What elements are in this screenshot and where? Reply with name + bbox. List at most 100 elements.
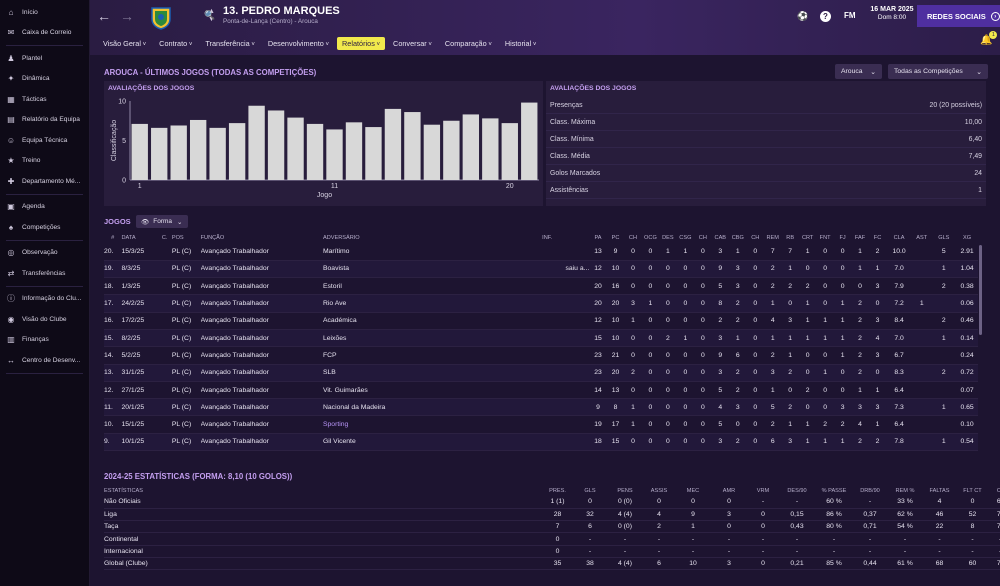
table-cell — [911, 398, 932, 417]
sidebar-item-10[interactable]: ♠ Competições — [0, 217, 89, 238]
sidebar-item-5[interactable]: ▤ Relatório da Equipa — [0, 110, 89, 131]
sidebar-item-12[interactable]: ⇄ Transferências — [0, 263, 89, 284]
bar — [404, 112, 421, 180]
table-cell: 16 — [606, 277, 625, 296]
table-cell: 27/1/25 — [121, 381, 158, 400]
table-row[interactable]: 19. 8/3/25 PL (C) Avançado Trabalhador Boavi… — [104, 260, 978, 279]
tab-5[interactable]: Conversar ˅ — [388, 37, 437, 50]
table-row[interactable]: 10. 15/1/25 PL (C) Avançado Trabalhador Spor… — [104, 415, 978, 434]
sidebar-item-9[interactable]: ▣ Agenda — [0, 197, 89, 218]
sidebar-item-6[interactable]: ☺ Equipa Técnica — [0, 130, 89, 151]
table-cell: saiu a... — [504, 260, 590, 279]
table-cell: 14. — [104, 346, 122, 365]
sidebar-item-8[interactable]: ✚ Departamento Mé... — [0, 171, 89, 192]
sidebar-item-label: Equipa Técnica — [22, 136, 68, 144]
column-header: CH — [698, 234, 707, 241]
competition-filter-dropdown[interactable]: Todas as Competições ⌄ — [888, 64, 988, 79]
table-cell: 0 — [798, 260, 817, 279]
table-row[interactable]: 14. 5/2/25 PL (C) Avançado Trabalhador FCP 23… — [104, 346, 978, 365]
back-arrow-icon[interactable]: ← — [97, 8, 111, 24]
table-row[interactable]: 13. 31/1/25 PL (C) Avançado Trabalhador SLB 2… — [104, 364, 978, 382]
table-row[interactable]: 18. 1/3/25 PL (C) Avançado Trabalhador Estor… — [104, 277, 978, 296]
tab-0[interactable]: Visão Geral ˅ — [98, 37, 151, 50]
table-cell: 1 — [833, 312, 852, 330]
chevron-down-icon: ⌄ — [870, 68, 876, 76]
notification-bell-icon[interactable]: 🔔 1 — [980, 31, 998, 46]
table-cell: 13. — [104, 364, 122, 382]
table-cell — [911, 415, 932, 434]
table-cell — [911, 329, 932, 348]
tab-4[interactable]: Relatórios ˅ — [337, 37, 386, 50]
report-icon: ▤ — [7, 115, 15, 125]
tab-2[interactable]: Transferência ˅ — [200, 37, 260, 50]
tab-6[interactable]: Comparação ˅ — [440, 37, 497, 50]
table-cell — [911, 312, 932, 330]
table-cell: 0 — [573, 496, 607, 509]
sidebar-item-2[interactable]: ♟ Plantel — [0, 48, 89, 69]
table-cell: 1 — [868, 415, 887, 434]
player-search-icon[interactable]: 🔍 — [204, 10, 215, 21]
sidebar-item-13[interactable]: ⓘ Informação do Clu... — [0, 289, 89, 310]
table-row[interactable]: 11. 20/1/25 PL (C) Avançado Trabalhador Naci… — [104, 398, 978, 417]
table-row[interactable]: 16. 17/2/25 PL (C) Avançado Trabalhador Acad… — [104, 312, 978, 330]
table-cell: 1 — [798, 294, 817, 313]
sidebar-item-4[interactable]: ▦ Tácticas — [0, 89, 89, 110]
table-cell: - — [956, 532, 989, 546]
table-cell: 3 — [711, 556, 747, 571]
table-row[interactable]: 15. 8/2/25 PL (C) Avançado Trabalhador Leixõ… — [104, 329, 978, 348]
table-cell: Sporting — [322, 415, 505, 434]
sidebar-item-15[interactable]: ▥ Finanças — [0, 330, 89, 351]
table-row[interactable]: 12. 27/1/25 PL (C) Avançado Trabalhador Vit.… — [104, 381, 978, 400]
forward-arrow-icon[interactable]: → — [120, 8, 134, 24]
team-filter-dropdown[interactable]: Arouca ⌄ — [835, 64, 882, 79]
table-cell: 17/2/25 — [121, 312, 158, 330]
table-row[interactable]: 17. 24/2/25 PL (C) Avançado Trabalhador Rio … — [104, 294, 978, 313]
bar — [345, 122, 363, 180]
table-cell: 2 — [781, 398, 799, 417]
sidebar-separator — [6, 193, 83, 195]
table-row[interactable]: 20. 15/3/25 PL (C) Avançado Trabalhador Marí… — [104, 243, 978, 261]
stat-value: 10,00 — [964, 118, 982, 126]
chevron-down-icon: ˅ — [141, 42, 147, 48]
table-cell: 61 % — [887, 556, 923, 571]
sidebar-item-14[interactable]: ◉ Visão do Clube — [0, 309, 89, 330]
sidebar-item-7[interactable]: ★ Treino — [0, 151, 89, 172]
table-cell: 0 — [694, 398, 712, 417]
table-cell: 3 — [729, 277, 747, 296]
social-media-button[interactable]: REDES SOCIAIS › — [917, 5, 1000, 27]
sidebar-item-label: Visão do Clube — [22, 315, 67, 323]
sidebar-item-1[interactable]: ✉ Caixa de Correio — [0, 23, 89, 44]
help-icon[interactable]: ? — [820, 11, 831, 22]
sidebar-item-0[interactable]: ⌂ Início — [0, 2, 89, 23]
table-cell: 2 — [729, 364, 747, 382]
sidebar-item-16[interactable]: ↔ Centro de Desenv... — [0, 350, 89, 371]
table-cell: 0 — [694, 329, 712, 348]
table-cell: 1 — [816, 329, 834, 348]
sidebar-item-3[interactable]: ✦ Dinâmica — [0, 69, 89, 90]
column-header: ADVERSÁRIO — [322, 234, 360, 241]
bar — [189, 119, 207, 180]
player-menu: Visão Geral ˅ Contrato ˅ Transferência ˅ De… — [98, 37, 544, 50]
table-cell — [911, 364, 932, 382]
column-header: DATA — [121, 234, 136, 241]
table-row[interactable]: 9. 10/1/25 PL (C) Avançado Trabalhador Gil V… — [104, 433, 978, 452]
ratings-stats-panel: AVALIAÇÕES DOS JOGOS Presenças 20 (20 pos… — [546, 81, 986, 206]
column-header: DES/90 — [787, 487, 807, 494]
chevron-down-icon: ⌄ — [976, 68, 982, 76]
stat-label: Class. Média — [550, 152, 590, 160]
tab-3[interactable]: Desenvolvimento ˅ — [263, 37, 334, 50]
sidebar-item-label: Treino — [22, 157, 41, 165]
sidebar-item-11[interactable]: ◎ Observação — [0, 243, 89, 264]
form-view-dropdown[interactable]: 👁 Forma ⌄ — [136, 215, 188, 228]
table-cell: 2 — [851, 329, 869, 348]
tab-1[interactable]: Contrato ˅ — [154, 37, 197, 50]
club-crest-icon[interactable] — [150, 6, 172, 30]
table-cell — [504, 294, 590, 313]
ball-icon[interactable]: ⚽ — [797, 11, 808, 22]
games-scrollbar[interactable] — [979, 245, 982, 335]
fm-button[interactable]: FM — [844, 11, 856, 20]
table-cell: 10 — [606, 260, 625, 279]
table-cell: 20 — [606, 364, 625, 382]
game-date[interactable]: 16 MAR 2025 Dom 8:00 — [868, 6, 916, 22]
tab-7[interactable]: Historial ˅ — [500, 37, 542, 50]
